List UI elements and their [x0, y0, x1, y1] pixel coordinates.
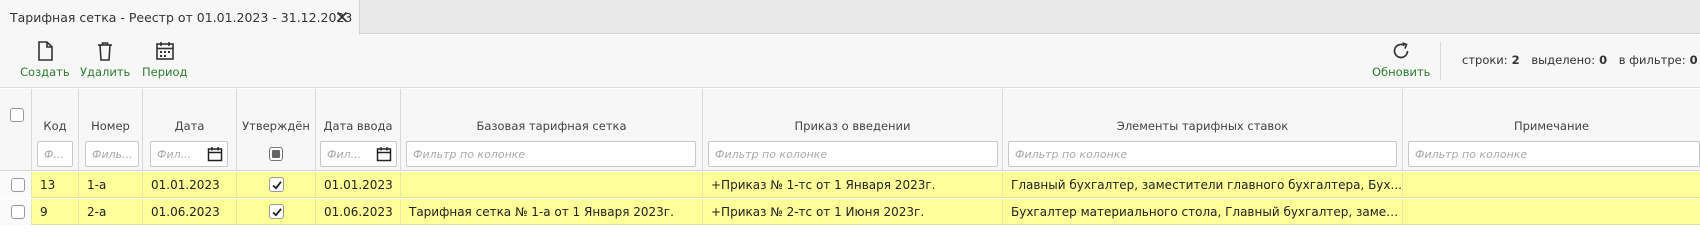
tab-registry[interactable]: Тарифная сетка - Реестр от 01.01.2023 - … [0, 0, 360, 35]
cell-base-grid [401, 172, 703, 198]
filtered-count-label: в фильтре: [1618, 53, 1686, 67]
cell-note [1403, 199, 1700, 225]
cell-note [1403, 172, 1700, 198]
row-select-cell [0, 199, 32, 225]
column-elements-title: Элементы тарифных ставок [1116, 119, 1289, 133]
selected-count-label: выделено: [1531, 53, 1596, 67]
cell-entry-date: 01.06.2023 [316, 199, 401, 225]
close-icon[interactable] [334, 9, 350, 25]
cell-order: +Приказ № 2-тс от 1 Июня 2023г. [703, 199, 1003, 225]
approved-checkbox[interactable] [269, 177, 284, 192]
tab-title: Тарифная сетка - Реестр от 01.01.2023 - … [10, 10, 353, 25]
checkmark-icon [272, 181, 282, 190]
calendar-icon [155, 42, 174, 60]
cell-number: 2-а [79, 199, 143, 225]
column-base-grid-title: Базовая тарифная сетка [476, 119, 627, 133]
cell-order: +Приказ № 1-тс от 1 Января 2023г. [703, 172, 1003, 198]
row-checkbox[interactable] [11, 205, 25, 219]
filter-order-input[interactable] [709, 142, 997, 166]
column-date[interactable]: Дата [143, 89, 237, 171]
rows-count-value: 2 [1511, 53, 1520, 67]
column-elements[interactable]: Элементы тарифных ставок [1003, 89, 1403, 171]
delete-button[interactable]: Удалить [80, 40, 130, 84]
table-row[interactable]: 13 1-а 01.01.2023 01.01.2023 +Приказ № 1… [0, 172, 1700, 198]
toolbar: Создать Удалить Период Обновить строки: 2… [0, 35, 1700, 88]
filter-base-grid-input[interactable] [407, 142, 695, 166]
row-counters: строки: 2 выделено: 0 в фильтре: 0 [1462, 53, 1700, 67]
select-all-checkbox[interactable] [10, 108, 24, 122]
column-date-title: Дата [174, 119, 205, 133]
column-number-title: Номер [91, 119, 130, 133]
column-note-title: Примечание [1513, 119, 1590, 133]
more-menu-icon[interactable]: ⋮ [1695, 53, 1700, 66]
refresh-icon [1393, 42, 1409, 59]
approved-checkbox[interactable] [269, 204, 284, 219]
filter-note[interactable] [1408, 141, 1700, 167]
column-entry-date[interactable]: Дата ввода [316, 89, 401, 171]
row-select-cell [0, 172, 32, 198]
select-all-column [0, 89, 32, 171]
cell-base-grid: Тарифная сетка № 1-а от 1 Января 2023г. [401, 199, 703, 225]
refresh-button[interactable]: Обновить [1372, 40, 1430, 84]
column-approved-title: Утверждён [242, 119, 310, 133]
filter-elements[interactable] [1008, 141, 1397, 167]
column-number[interactable]: Номер [79, 89, 143, 171]
column-note[interactable]: Примечание [1403, 89, 1700, 171]
tab-strip: Тарифная сетка - Реестр от 01.01.2023 - … [0, 0, 1700, 35]
filter-elements-input[interactable] [1009, 142, 1396, 166]
cell-entry-date: 01.01.2023 [316, 172, 401, 198]
period-button[interactable]: Период [142, 40, 187, 84]
calendar-icon[interactable] [207, 146, 223, 162]
cell-code: 9 [32, 199, 79, 225]
cell-elements: Бухгалтер материального стола, Главный б… [1003, 199, 1403, 225]
filter-base-grid[interactable] [406, 141, 696, 167]
cell-approved [237, 199, 316, 225]
row-checkbox[interactable] [11, 178, 25, 192]
cell-elements: Главный бухгалтер, заместители главного … [1003, 172, 1403, 198]
cell-approved [237, 172, 316, 198]
trash-icon [98, 42, 113, 61]
cell-date: 01.06.2023 [143, 199, 237, 225]
column-base-grid[interactable]: Базовая тарифная сетка [401, 89, 703, 171]
cell-code: 13 [32, 172, 79, 198]
filter-date[interactable] [150, 141, 228, 167]
approved-filter-checkbox[interactable] [269, 147, 283, 161]
period-label: Период [142, 65, 188, 79]
selected-count-value: 0 [1599, 53, 1608, 67]
filter-entry-date-input[interactable] [321, 142, 377, 166]
toolbar-divider [1440, 42, 1441, 80]
column-approved[interactable]: Утверждён [237, 89, 316, 171]
column-code-title: Код [43, 119, 67, 133]
filter-code[interactable] [37, 141, 73, 167]
column-code[interactable]: Код [32, 89, 79, 171]
cell-date: 01.01.2023 [143, 172, 237, 198]
create-label: Создать [20, 65, 70, 79]
create-button[interactable]: Создать [20, 40, 70, 84]
checkmark-icon [272, 208, 282, 217]
filter-note-input[interactable] [1409, 142, 1699, 166]
delete-label: Удалить [80, 65, 131, 79]
rows-count-label: строки: [1462, 53, 1508, 67]
filter-number-input[interactable] [86, 142, 138, 166]
filter-code-input[interactable] [38, 142, 72, 166]
table-row[interactable]: 9 2-а 01.06.2023 01.06.2023 Тарифная сет… [0, 199, 1700, 225]
column-entry-date-title: Дата ввода [323, 119, 393, 133]
cell-number: 1-а [79, 172, 143, 198]
filter-date-input[interactable] [151, 142, 207, 166]
refresh-label: Обновить [1372, 65, 1431, 79]
filter-entry-date[interactable] [320, 141, 397, 167]
new-document-icon [38, 41, 53, 61]
filter-number[interactable] [85, 141, 139, 167]
calendar-icon[interactable] [376, 146, 392, 162]
column-order[interactable]: Приказ о введении [703, 89, 1003, 171]
filter-order[interactable] [708, 141, 998, 167]
grid-header: Код Номер Дата Утверждён [0, 89, 1700, 171]
column-order-title: Приказ о введении [794, 119, 911, 133]
